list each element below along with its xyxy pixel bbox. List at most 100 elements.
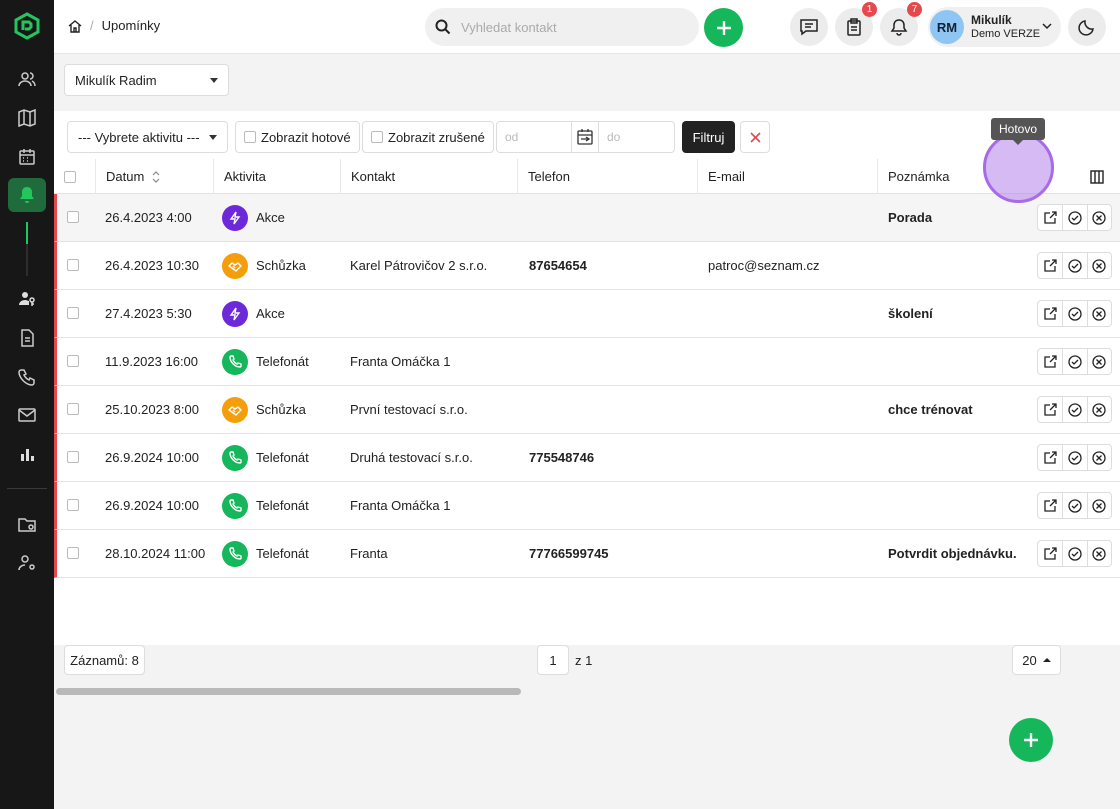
sidebar-item-contacts[interactable] xyxy=(8,62,46,96)
map-icon xyxy=(18,109,36,127)
table-row[interactable]: 25.10.2023 8:00 Schůzka První testovací s.… xyxy=(54,386,1120,434)
done-button[interactable] xyxy=(1062,445,1086,470)
col-phone: Telefon xyxy=(517,159,697,194)
table-row[interactable]: 26.9.2024 10:00 Telefonát Druhá testovací … xyxy=(54,434,1120,482)
schuzka-icon xyxy=(222,252,248,279)
done-button[interactable] xyxy=(1062,493,1086,518)
cancel-button[interactable] xyxy=(1086,301,1111,326)
contacts-icon xyxy=(18,72,36,87)
row-actions xyxy=(1037,348,1112,375)
cell-activity-label: Telefonát xyxy=(256,546,309,561)
reminders-table: Datum Aktivita Kontakt Telefon E-mail Po… xyxy=(54,159,1120,578)
cell-date: 11.9.2023 16:00 xyxy=(105,354,199,369)
row-checkbox[interactable] xyxy=(67,451,79,463)
edit-button[interactable] xyxy=(1038,445,1062,470)
cancel-button[interactable] xyxy=(1086,541,1111,566)
row-checkbox[interactable] xyxy=(67,307,79,319)
horizontal-scrollbar[interactable] xyxy=(56,688,521,695)
filter-button[interactable]: Filtruj xyxy=(682,121,735,153)
theme-toggle-button[interactable] xyxy=(1068,8,1106,46)
table-row[interactable]: 28.10.2024 11:00 Telefonát Franta 777665997… xyxy=(54,530,1120,578)
sidebar-item-users[interactable] xyxy=(8,282,46,316)
activity-select[interactable]: --- Vybrete aktivitu --- xyxy=(67,121,228,153)
cancel-button[interactable] xyxy=(1086,349,1111,374)
cell-activity: Schůzka xyxy=(222,386,306,433)
user-menu[interactable]: RM Mikulík Demo VERZE xyxy=(928,7,1061,47)
page-size-value: 20 xyxy=(1022,652,1037,668)
search-input[interactable] xyxy=(461,19,681,35)
add-button[interactable] xyxy=(704,8,743,47)
row-checkbox[interactable] xyxy=(67,211,79,223)
cancel-button[interactable] xyxy=(1086,397,1111,422)
tasks-button[interactable]: 1 xyxy=(835,2,877,46)
cell-date: 26.4.2023 10:30 xyxy=(105,258,199,273)
done-button[interactable] xyxy=(1062,253,1086,278)
edit-button[interactable] xyxy=(1038,205,1062,230)
edit-button[interactable] xyxy=(1038,541,1062,566)
telefonat-icon xyxy=(222,540,248,567)
page-size-select[interactable]: 20 xyxy=(1012,645,1061,675)
user-select[interactable]: Mikulík Radim xyxy=(64,64,229,96)
telefonat-icon xyxy=(222,492,248,519)
sidebar-item-user-settings[interactable] xyxy=(8,546,46,580)
checkbox[interactable] xyxy=(371,131,383,143)
cancel-button[interactable] xyxy=(1086,445,1111,470)
checkbox[interactable] xyxy=(244,131,256,143)
sidebar-item-map[interactable] xyxy=(8,101,46,135)
sidebar-item-stats[interactable] xyxy=(8,437,46,471)
edit-button[interactable] xyxy=(1038,301,1062,326)
cell-activity-label: Schůzka xyxy=(256,258,306,273)
row-actions xyxy=(1037,540,1112,567)
mail-icon xyxy=(18,408,36,422)
done-button[interactable] xyxy=(1062,301,1086,326)
cell-activity-label: Telefonát xyxy=(256,498,309,513)
edit-button[interactable] xyxy=(1038,493,1062,518)
row-checkbox[interactable] xyxy=(67,355,79,367)
col-date[interactable]: Datum xyxy=(95,159,213,194)
done-button[interactable] xyxy=(1062,541,1086,566)
columns-icon[interactable] xyxy=(1090,170,1104,184)
edit-button[interactable] xyxy=(1038,253,1062,278)
cancel-button[interactable] xyxy=(1086,205,1111,230)
table-row[interactable]: 11.9.2023 16:00 Telefonát Franta Omáčka 1 xyxy=(54,338,1120,386)
row-checkbox[interactable] xyxy=(67,547,79,559)
row-actions xyxy=(1037,396,1112,423)
sort-icon[interactable] xyxy=(152,170,160,183)
select-all-checkbox[interactable] xyxy=(64,170,76,183)
row-checkbox[interactable] xyxy=(67,499,79,511)
cancel-button[interactable] xyxy=(1086,493,1111,518)
floating-add-button[interactable] xyxy=(1009,718,1053,762)
sidebar-item-calls[interactable] xyxy=(8,360,46,394)
table-row[interactable]: 26.9.2024 10:00 Telefonát Franta Omáčka 1 xyxy=(54,482,1120,530)
clear-filter-button[interactable] xyxy=(740,121,770,153)
sidebar-item-folders[interactable] xyxy=(8,507,46,541)
date-from-input[interactable] xyxy=(497,122,571,152)
row-checkbox[interactable] xyxy=(67,403,79,415)
row-checkbox[interactable] xyxy=(67,259,79,271)
show-cancelled-checkbox[interactable]: Zobrazit zrušené xyxy=(362,121,494,153)
done-button[interactable] xyxy=(1062,205,1086,230)
done-button[interactable] xyxy=(1062,349,1086,374)
show-done-checkbox[interactable]: Zobrazit hotové xyxy=(235,121,360,153)
sidebar-item-calendar[interactable] xyxy=(8,140,46,174)
phone-icon xyxy=(18,369,35,386)
search-box[interactable] xyxy=(425,8,699,46)
done-button[interactable] xyxy=(1062,397,1086,422)
date-to-input[interactable] xyxy=(599,122,673,152)
edit-button[interactable] xyxy=(1038,397,1062,422)
sidebar-item-reminders[interactable] xyxy=(8,178,46,212)
table-row[interactable]: 26.4.2023 10:30 Schůzka Karel Pátrovičov 2… xyxy=(54,242,1120,290)
cancel-button[interactable] xyxy=(1086,253,1111,278)
notifications-button[interactable]: 7 xyxy=(880,2,922,46)
sidebar-item-documents[interactable] xyxy=(8,321,46,355)
table-row[interactable]: 26.4.2023 4:00 Akce Porada xyxy=(54,194,1120,242)
caret-down-icon xyxy=(209,135,217,140)
row-actions xyxy=(1037,300,1112,327)
sidebar-item-mail[interactable] xyxy=(8,398,46,432)
table-row[interactable]: 27.4.2023 5:30 Akce školení xyxy=(54,290,1120,338)
cell-activity: Telefonát xyxy=(222,482,309,529)
page-input[interactable]: 1 xyxy=(537,645,569,675)
home-icon[interactable] xyxy=(68,19,82,33)
edit-button[interactable] xyxy=(1038,349,1062,374)
messages-button[interactable] xyxy=(790,8,828,46)
